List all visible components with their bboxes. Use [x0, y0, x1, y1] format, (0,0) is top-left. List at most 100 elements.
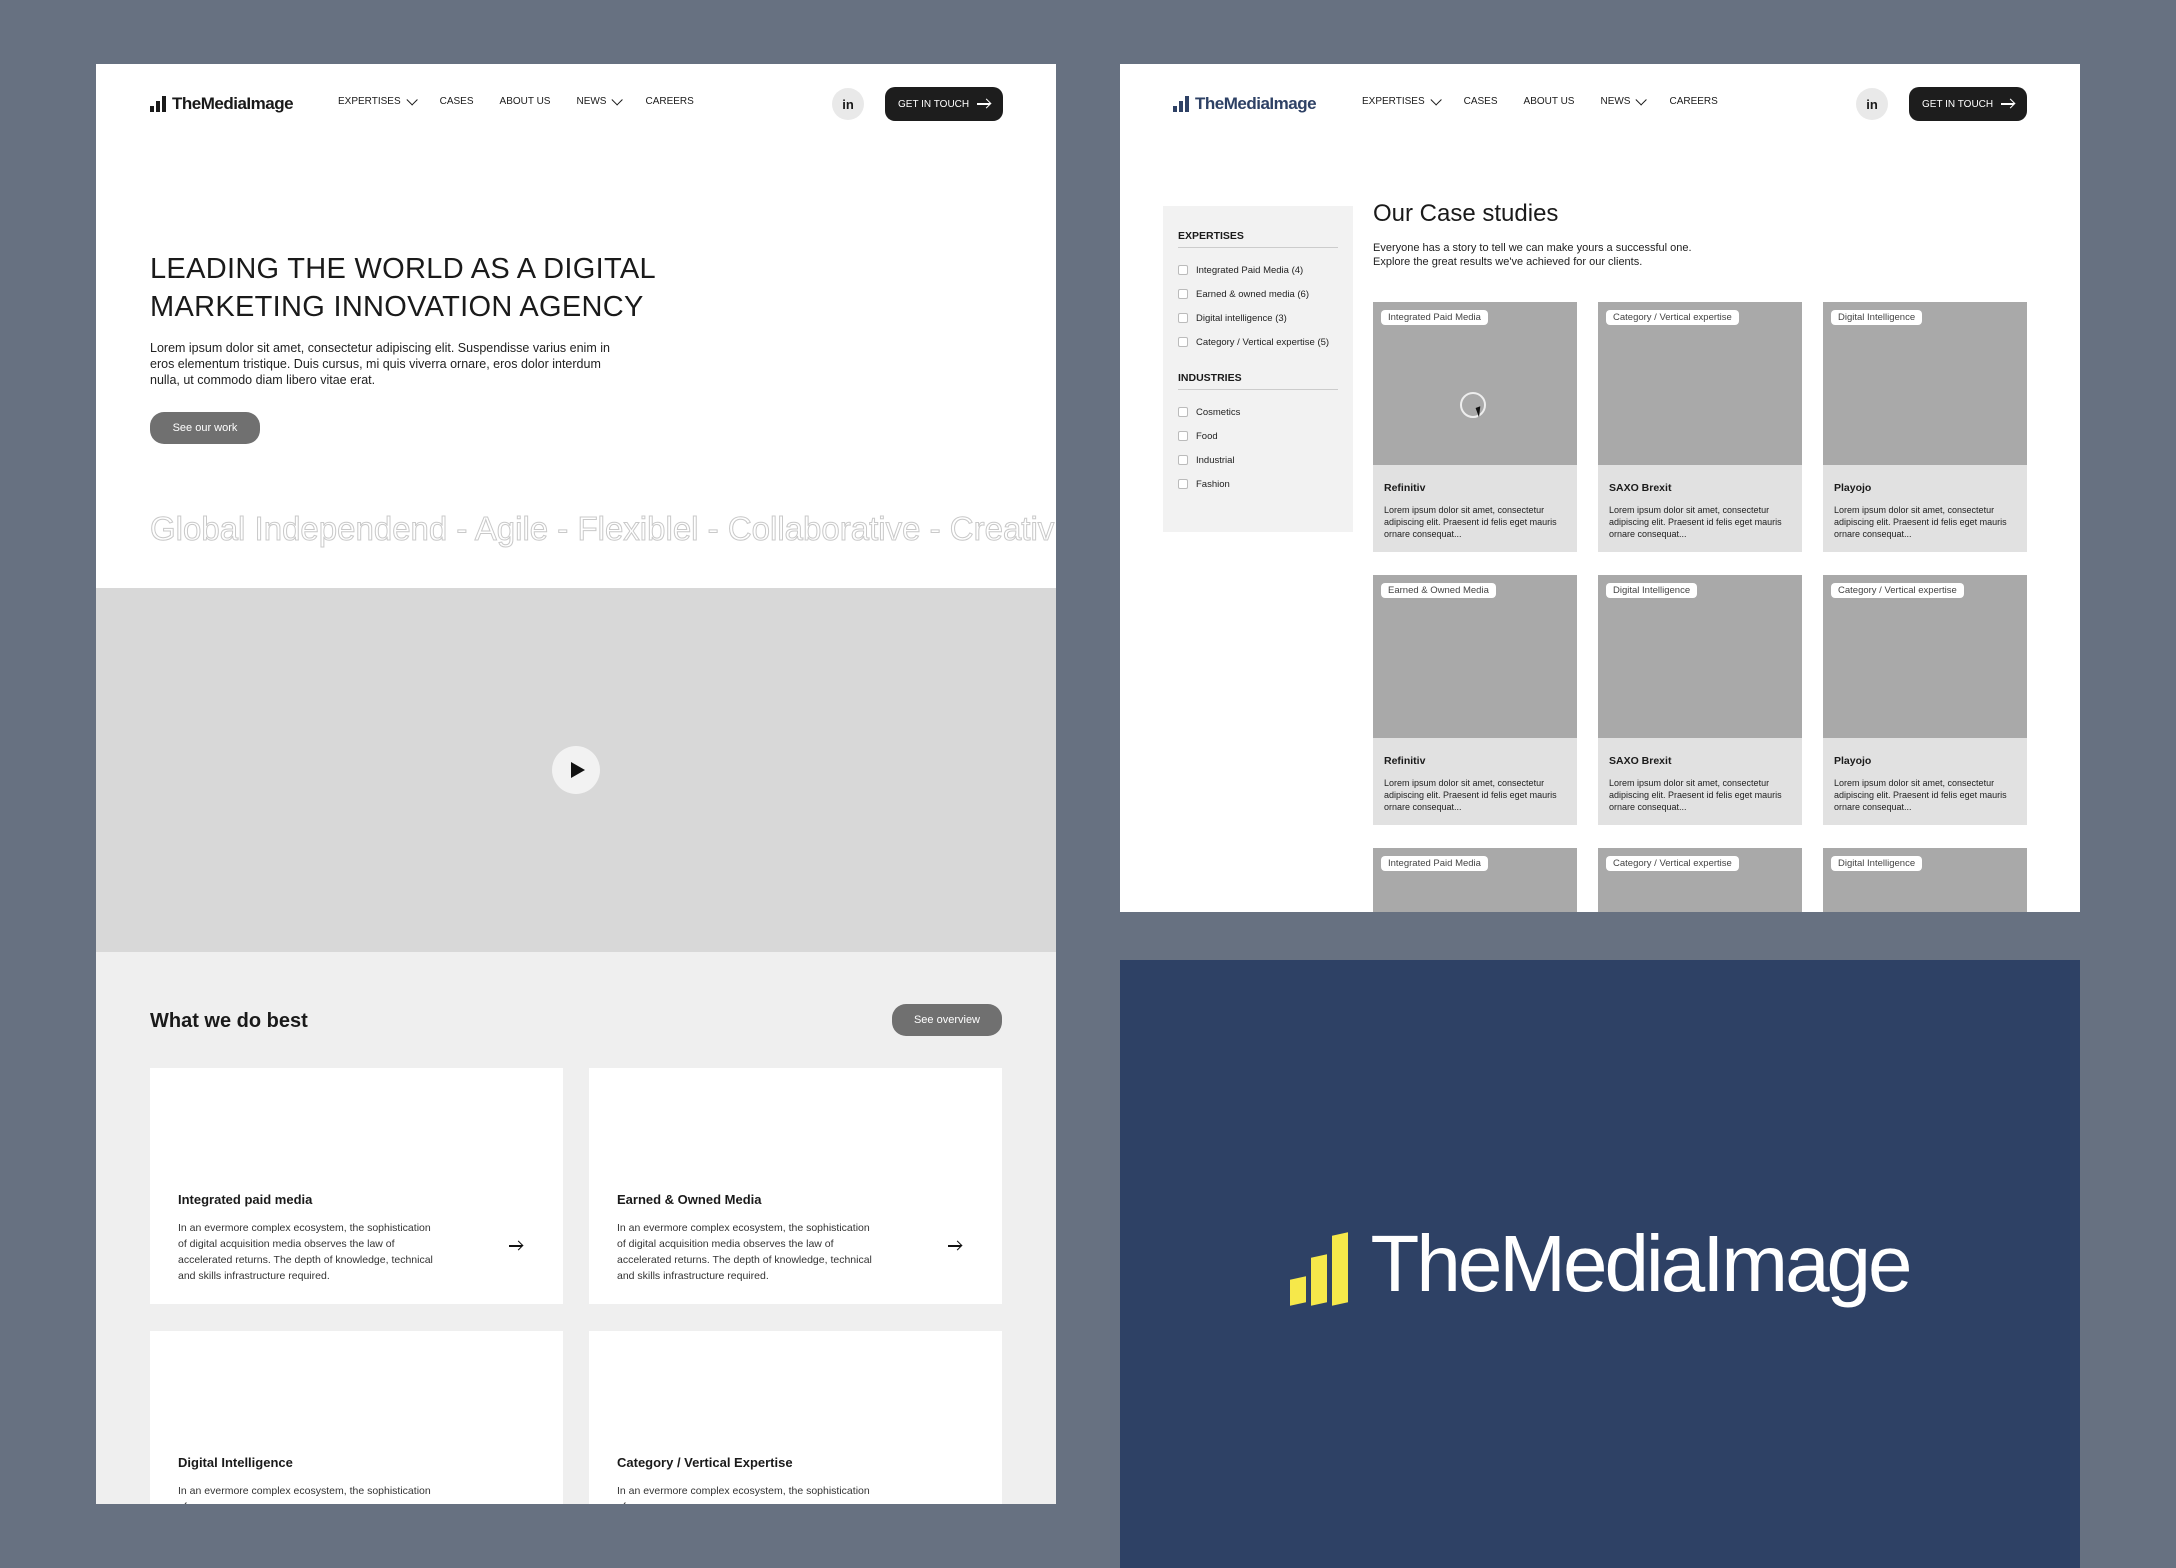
chevron-down-icon — [1430, 93, 1442, 106]
nav-item-news[interactable]: NEWS — [576, 93, 624, 107]
checkbox[interactable] — [1178, 431, 1188, 441]
arrow-right-icon — [977, 99, 991, 109]
case-tag: Digital Intelligence — [1831, 856, 1923, 871]
nav-item-careers[interactable]: CAREERS — [645, 96, 693, 107]
linkedin-icon[interactable]: in — [1856, 88, 1888, 120]
filter-option[interactable]: Digital intelligence (3) — [1178, 306, 1338, 330]
checkbox[interactable] — [1178, 313, 1188, 323]
logo-bars-icon — [1173, 96, 1189, 112]
filter-label: Digital intelligence (3) — [1196, 312, 1287, 324]
service-card[interactable]: Category / Vertical Expertise In an ever… — [589, 1331, 1002, 1504]
service-title: Digital Intelligence — [178, 1455, 293, 1470]
see-our-work-button[interactable]: See our work — [150, 412, 260, 444]
service-card[interactable]: Digital Intelligence In an evermore comp… — [150, 1331, 563, 1504]
see-overview-button[interactable]: See overview — [892, 1004, 1002, 1036]
brand-logo-panel: TheMediaImage — [1120, 960, 2080, 1568]
checkbox[interactable] — [1178, 455, 1188, 465]
checkbox[interactable] — [1178, 407, 1188, 417]
case-card[interactable]: Integrated Paid Media Refinitiv Lorem ip… — [1373, 302, 1577, 552]
site-header: TheMediaImage EXPERTISES CASES ABOUT US … — [96, 64, 1056, 144]
linkedin-icon[interactable]: in — [832, 88, 864, 120]
main-nav: EXPERTISES CASES ABOUT US NEWS CAREERS — [338, 93, 694, 107]
filter-label: Fashion — [1196, 478, 1230, 490]
case-image — [1823, 302, 2027, 465]
filter-sidebar: EXPERTISES Integrated Paid Media (4) Ear… — [1163, 206, 1353, 532]
home-page-panel: TheMediaImage EXPERTISES CASES ABOUT US … — [96, 64, 1056, 1504]
nav-item-expertises[interactable]: EXPERTISES — [1362, 93, 1442, 107]
case-card[interactable]: Category / Vertical expertise SAXO Brexi… — [1598, 302, 1802, 552]
filter-option[interactable]: Fashion — [1178, 472, 1338, 496]
case-name: Refinitiv — [1384, 482, 1426, 494]
case-image — [1598, 302, 1802, 465]
service-text: In an evermore complex ecosystem, the so… — [617, 1222, 872, 1282]
case-card[interactable]: Earned & Owned Media Refinitiv Lorem ips… — [1373, 575, 1577, 825]
service-card[interactable]: Earned & Owned Media In an evermore comp… — [589, 1068, 1002, 1304]
get-in-touch-button[interactable]: GET IN TOUCH — [1909, 87, 2027, 121]
nav-item-about-us[interactable]: ABOUT US — [500, 96, 551, 107]
case-name: Playojo — [1834, 482, 1872, 494]
case-name: SAXO Brexit — [1609, 482, 1672, 494]
logo-text: TheMediaImage — [1195, 94, 1317, 113]
checkbox[interactable] — [1178, 337, 1188, 347]
filter-heading-industries: INDUSTRIES — [1178, 372, 1338, 390]
case-tag: Category / Vertical expertise — [1606, 856, 1739, 871]
main-nav: EXPERTISES CASES ABOUT US NEWS CAREERS — [1362, 93, 1718, 107]
filter-label: Category / Vertical expertise (5) — [1196, 336, 1330, 348]
case-desc: Lorem ipsum dolor sit amet, consectetur … — [1609, 778, 1782, 812]
case-tag: Digital Intelligence — [1831, 310, 1923, 325]
case-card[interactable]: Digital Intelligence — [1823, 848, 2027, 912]
case-tag: Category / Vertical expertise — [1606, 310, 1739, 325]
case-card[interactable]: Digital Intelligence SAXO Brexit Lorem i… — [1598, 575, 1802, 825]
section-title: What we do best — [150, 1010, 308, 1032]
service-text: In an evermore complex ecosystem, the so… — [178, 1485, 431, 1504]
nav-item-about-us[interactable]: ABOUT US — [1524, 96, 1575, 107]
case-desc: Lorem ipsum dolor sit amet, consectetur … — [1609, 505, 1782, 539]
service-text: In an evermore complex ecosystem, the so… — [617, 1485, 870, 1504]
filter-option[interactable]: Industrial — [1178, 448, 1338, 472]
nav-item-cases[interactable]: CASES — [440, 96, 474, 107]
get-in-touch-button[interactable]: GET IN TOUCH — [885, 87, 1003, 121]
service-card[interactable]: Integrated paid media In an evermore com… — [150, 1068, 563, 1304]
brand-logo: TheMediaImage — [1290, 1224, 1913, 1306]
filter-option[interactable]: Food — [1178, 424, 1338, 448]
checkbox[interactable] — [1178, 289, 1188, 299]
filter-option[interactable]: Category / Vertical expertise (5) — [1178, 330, 1338, 354]
nav-item-careers[interactable]: CAREERS — [1669, 96, 1717, 107]
hero-text: Lorem ipsum dolor sit amet, consectetur … — [150, 341, 610, 387]
get-in-touch-label: GET IN TOUCH — [898, 98, 970, 110]
logo[interactable]: TheMediaImage — [1173, 94, 1317, 114]
filter-option[interactable]: Integrated Paid Media (4) — [1178, 258, 1338, 282]
arrow-right-icon[interactable] — [941, 1232, 969, 1260]
filter-label: Industrial — [1196, 454, 1235, 466]
filter-label: Food — [1196, 430, 1218, 442]
case-card[interactable]: Integrated Paid Media — [1373, 848, 1577, 912]
arrow-right-icon[interactable] — [502, 1232, 530, 1260]
page-title: Our Case studies — [1373, 200, 1559, 227]
case-card[interactable]: Category / Vertical expertise Playojo Lo… — [1823, 575, 2027, 825]
filter-heading-expertises: EXPERTISES — [1178, 230, 1338, 248]
case-tag: Integrated Paid Media — [1381, 310, 1488, 325]
case-name: SAXO Brexit — [1609, 755, 1672, 767]
filter-option[interactable]: Cosmetics — [1178, 400, 1338, 424]
case-tag: Earned & Owned Media — [1381, 583, 1496, 598]
checkbox[interactable] — [1178, 479, 1188, 489]
case-image — [1598, 575, 1802, 738]
nav-item-news[interactable]: NEWS — [1600, 93, 1648, 107]
case-image — [1373, 302, 1577, 465]
case-image — [1373, 575, 1577, 738]
case-tag: Digital Intelligence — [1606, 583, 1698, 598]
logo[interactable]: TheMediaImage — [150, 94, 294, 114]
logo-bars-icon — [150, 96, 166, 112]
checkbox[interactable] — [1178, 265, 1188, 275]
play-icon[interactable] — [552, 746, 600, 794]
filter-label: Cosmetics — [1196, 406, 1241, 418]
nav-item-cases[interactable]: CASES — [1464, 96, 1498, 107]
service-title: Earned & Owned Media — [617, 1192, 762, 1207]
filter-option[interactable]: Earned & owned media (6) — [1178, 282, 1338, 306]
chevron-down-icon — [611, 93, 624, 106]
values-ticker: Global Independend - Agile - Flexiblel -… — [149, 510, 1055, 548]
case-card[interactable]: Category / Vertical expertise — [1598, 848, 1802, 912]
nav-item-expertises[interactable]: EXPERTISES — [338, 93, 418, 107]
case-card[interactable]: Digital Intelligence Playojo Lorem ipsum… — [1823, 302, 2027, 552]
filter-label: Earned & owned media (6) — [1196, 288, 1310, 300]
